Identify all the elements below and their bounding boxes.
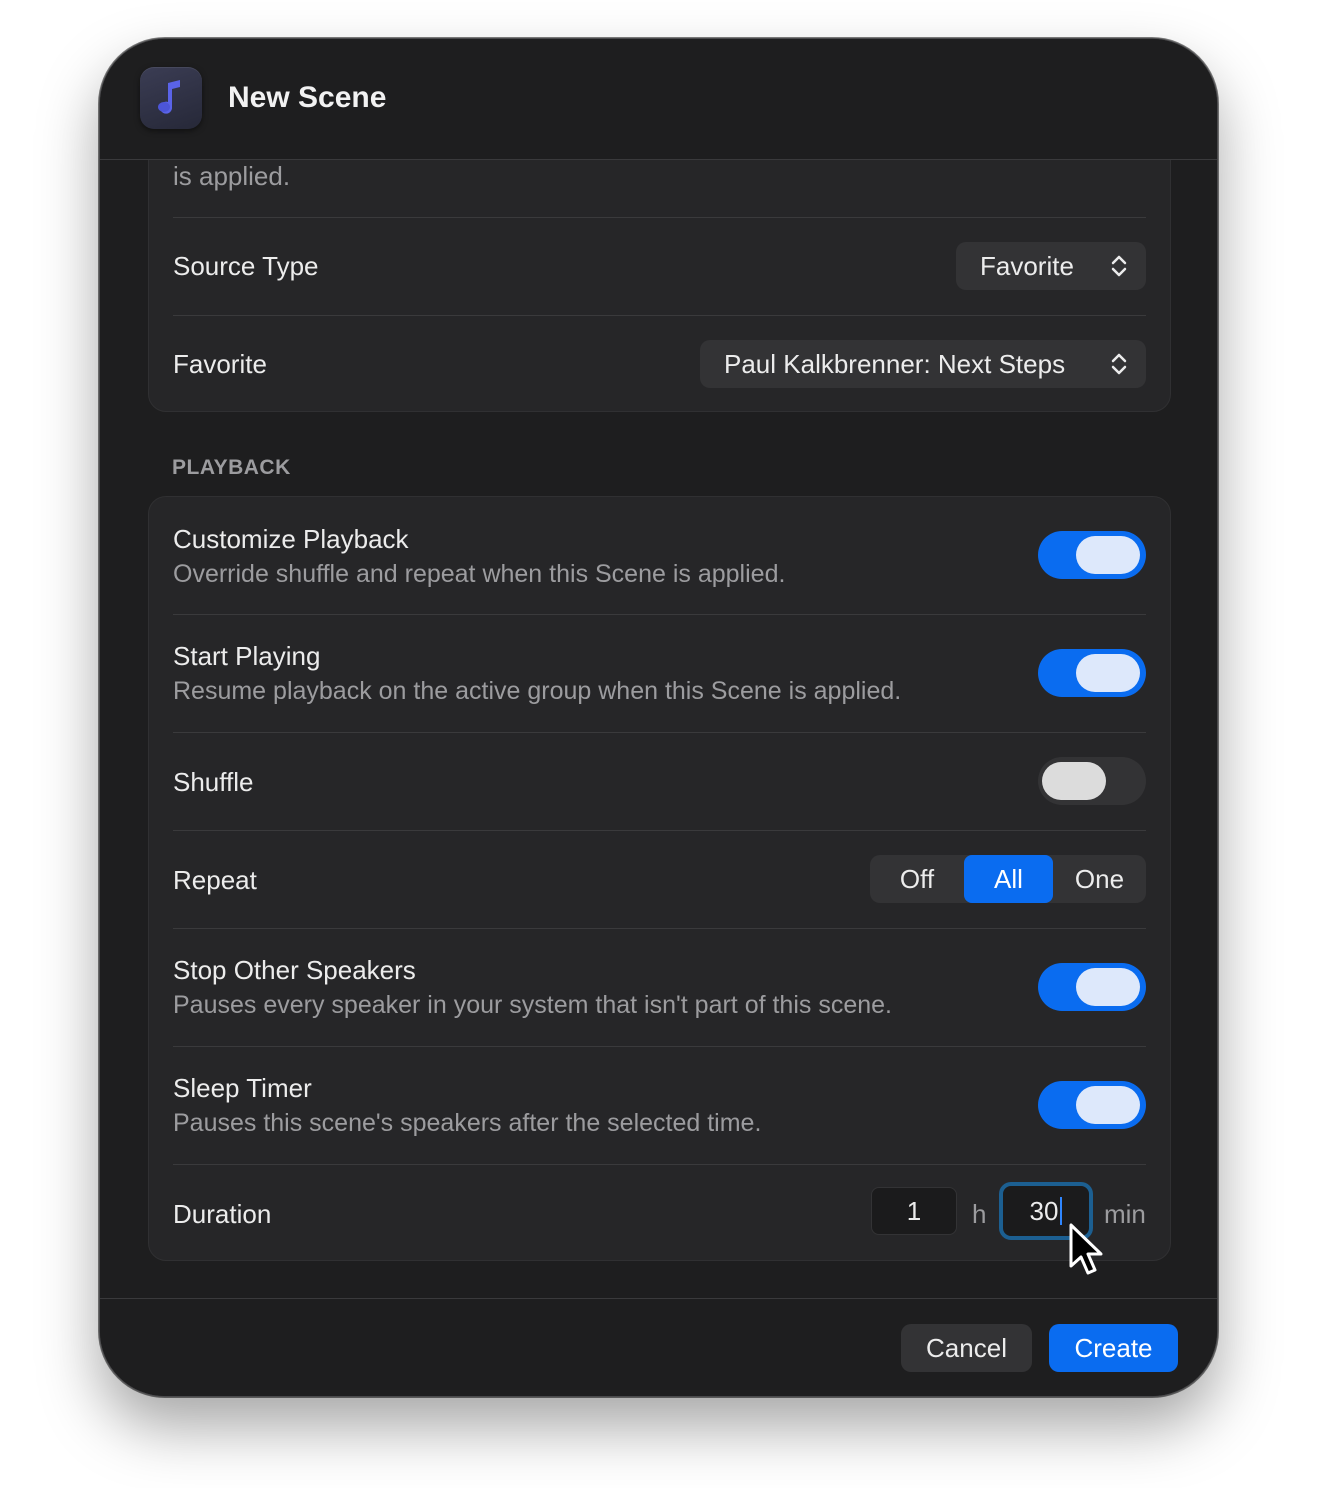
source-type-popup[interactable]: Favorite [956, 242, 1146, 290]
minutes-unit-label: min [1104, 1199, 1146, 1229]
start-playing-row: Start Playing Resume playback on the act… [173, 614, 1146, 733]
stop-other-speakers-row: Stop Other Speakers Pauses every speaker… [173, 928, 1146, 1047]
stop-other-speakers-subtitle: Pauses every speaker in your system that… [173, 991, 892, 1019]
shuffle-title: Shuffle [173, 767, 254, 797]
playback-section-label: PLAYBACK [172, 456, 291, 479]
source-card: is applied. Source Type Favorite Favorit… [148, 159, 1171, 412]
sleep-timer-title: Sleep Timer [173, 1073, 312, 1103]
partial-row-text: is applied. [173, 161, 291, 191]
chevron-up-down-icon [1111, 353, 1127, 375]
start-playing-subtitle: Resume playback on the active group when… [173, 677, 902, 705]
shuffle-toggle[interactable] [1038, 757, 1146, 805]
cancel-button[interactable]: Cancel [901, 1324, 1032, 1372]
start-playing-title: Start Playing [173, 641, 321, 671]
sleep-timer-toggle[interactable] [1038, 1081, 1146, 1129]
scene-form: is applied. Source Type Favorite Favorit… [100, 159, 1217, 1301]
favorite-popup[interactable]: Paul Kalkbrenner: Next Steps [700, 340, 1146, 388]
title-bar: New Scene [100, 39, 1217, 160]
repeat-title: Repeat [173, 865, 257, 895]
new-scene-window: New Scene is applied. Source Type Favori… [99, 38, 1218, 1397]
repeat-segmented-control: Off All One [870, 855, 1146, 903]
partial-row: is applied. [173, 159, 1146, 218]
source-type-value: Favorite [980, 250, 1074, 281]
duration-hours-field[interactable]: 1 [871, 1187, 957, 1235]
source-type-row: Source Type Favorite [173, 217, 1146, 316]
shuffle-row: Shuffle [173, 732, 1146, 831]
duration-title: Duration [173, 1199, 272, 1229]
customize-playback-toggle[interactable] [1038, 531, 1146, 579]
stop-other-speakers-toggle[interactable] [1038, 963, 1146, 1011]
window-title: New Scene [228, 81, 387, 114]
favorite-label: Favorite [173, 349, 267, 379]
duration-minutes-value: 30 [1029, 1195, 1059, 1226]
source-type-label: Source Type [173, 251, 319, 281]
playback-card: Customize Playback Override shuffle and … [148, 496, 1171, 1261]
sleep-timer-subtitle: Pauses this scene's speakers after the s… [173, 1109, 762, 1137]
create-button[interactable]: Create [1049, 1324, 1178, 1372]
favorite-value: Paul Kalkbrenner: Next Steps [724, 348, 1066, 379]
music-note-icon [140, 67, 202, 129]
repeat-row: Repeat Off All One [173, 830, 1146, 929]
dialog-footer: Cancel Create [100, 1298, 1217, 1396]
favorite-row: Favorite Paul Kalkbrenner: Next Steps [173, 315, 1146, 413]
mouse-pointer-icon [1069, 1223, 1103, 1275]
customize-playback-title: Customize Playback [173, 524, 409, 554]
repeat-one-segment[interactable]: One [1053, 855, 1146, 903]
repeat-off-segment[interactable]: Off [870, 855, 964, 903]
sleep-timer-row: Sleep Timer Pauses this scene's speakers… [173, 1046, 1146, 1165]
text-caret [1060, 1197, 1063, 1225]
customize-playback-row: Customize Playback Override shuffle and … [173, 497, 1146, 615]
duration-hours-value: 1 [906, 1195, 922, 1226]
start-playing-toggle[interactable] [1038, 649, 1146, 697]
customize-playback-subtitle: Override shuffle and repeat when this Sc… [173, 560, 786, 588]
repeat-all-segment[interactable]: All [964, 855, 1053, 903]
duration-row: Duration 1 h 30 min [173, 1164, 1146, 1262]
hours-unit-label: h [972, 1199, 987, 1229]
chevron-up-down-icon [1111, 255, 1127, 277]
stop-other-speakers-title: Stop Other Speakers [173, 955, 416, 985]
